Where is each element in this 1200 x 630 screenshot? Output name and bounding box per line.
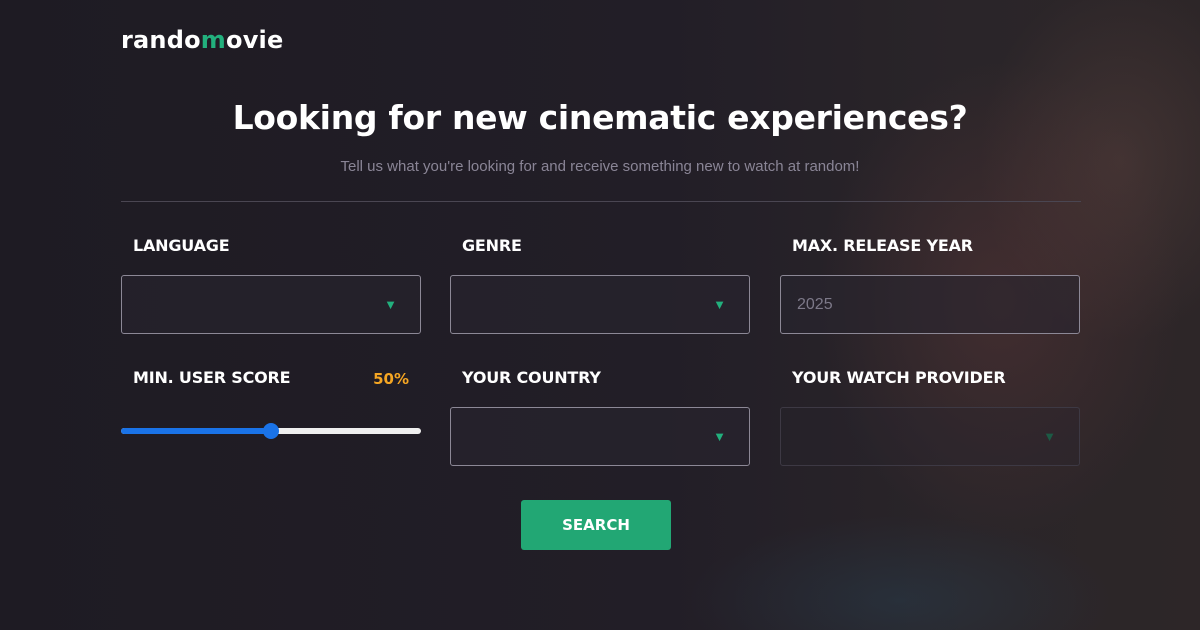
slider-fill	[121, 428, 271, 434]
user-score-slider[interactable]	[121, 423, 421, 439]
page: randomovie Looking for new cinematic exp…	[0, 0, 1200, 630]
logo-suffix: ovie	[226, 26, 284, 54]
slider-thumb[interactable]	[263, 423, 279, 439]
user-score-value: 50%	[373, 370, 409, 388]
page-title: Looking for new cinematic experiences?	[232, 98, 968, 137]
genre-field: GENRE ▼	[450, 236, 750, 334]
language-select[interactable]: ▼	[121, 275, 421, 334]
country-select[interactable]: ▼	[450, 407, 750, 466]
chevron-down-icon: ▼	[713, 429, 726, 444]
release-year-input[interactable]	[781, 276, 1079, 333]
chevron-down-icon: ▼	[384, 297, 397, 312]
release-year-box	[780, 275, 1080, 334]
logo[interactable]: randomovie	[121, 26, 283, 54]
logo-accent: m	[200, 26, 227, 54]
watch-provider-select: ▼	[780, 407, 1080, 466]
country-label: YOUR COUNTRY	[462, 368, 601, 387]
search-button[interactable]: SEARCH	[521, 500, 671, 550]
divider	[121, 201, 1081, 202]
watch-provider-label: YOUR WATCH PROVIDER	[792, 368, 1006, 387]
chevron-down-icon: ▼	[713, 297, 726, 312]
page-subtitle: Tell us what you're looking for and rece…	[340, 158, 860, 175]
language-field: LANGUAGE ▼	[121, 236, 421, 334]
country-field: YOUR COUNTRY ▼	[450, 368, 750, 466]
genre-label: GENRE	[462, 236, 522, 255]
chevron-down-icon: ▼	[1043, 429, 1056, 444]
genre-select[interactable]: ▼	[450, 275, 750, 334]
watch-provider-field: YOUR WATCH PROVIDER ▼	[780, 368, 1080, 466]
release-year-label: MAX. RELEASE YEAR	[792, 236, 973, 255]
release-year-field: MAX. RELEASE YEAR	[780, 236, 1080, 334]
user-score-field: MIN. USER SCORE 50%	[121, 368, 421, 439]
language-label: LANGUAGE	[133, 236, 230, 255]
logo-prefix: rando	[121, 26, 201, 54]
